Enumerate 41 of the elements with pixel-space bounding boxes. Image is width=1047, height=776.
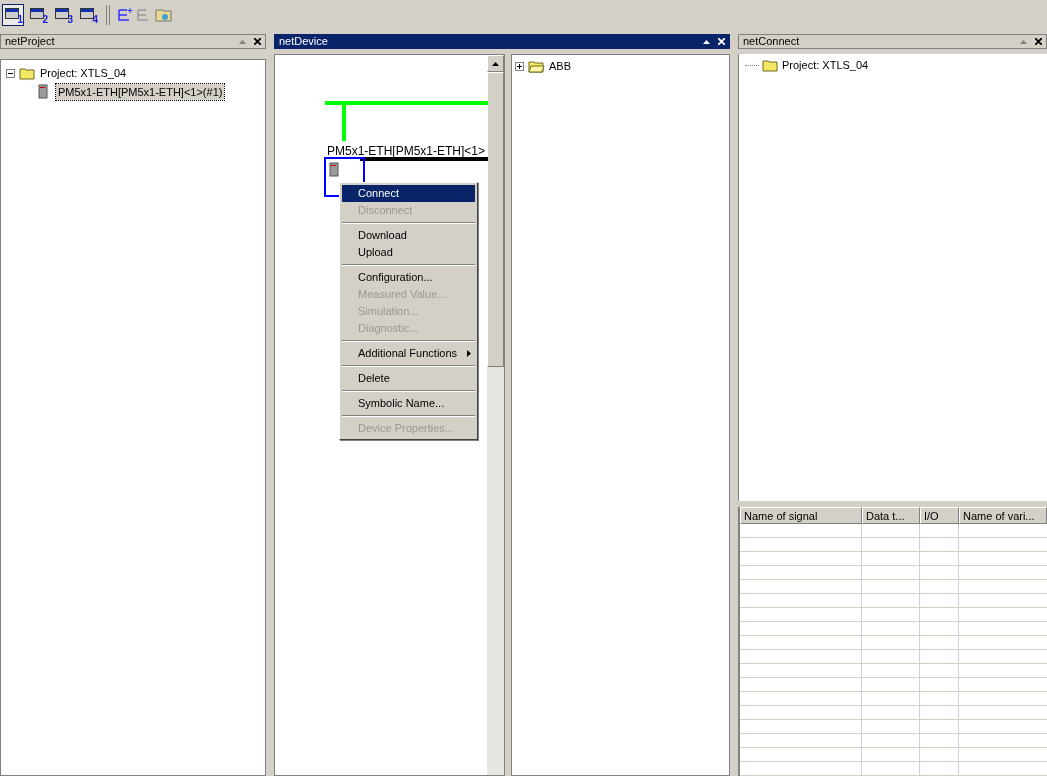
column-header[interactable]: Data t... xyxy=(862,507,920,524)
window-icon xyxy=(55,8,69,19)
folder-icon xyxy=(19,66,36,80)
tree-item[interactable]: Project: XTLS_04 xyxy=(782,57,869,74)
window-icon xyxy=(5,8,19,19)
column-header[interactable]: I/O xyxy=(920,507,959,524)
collapse-icon[interactable] xyxy=(6,68,15,78)
tree-item[interactable]: PM5x1-ETH[PM5x1-ETH]<1>(#1) xyxy=(56,83,225,100)
window-layout-button[interactable]: 2 xyxy=(27,4,49,26)
menu-item[interactable]: Additional Functions xyxy=(342,345,475,362)
minimize-arrow-icon[interactable] xyxy=(703,39,710,44)
window-icon xyxy=(80,8,94,19)
menu-item[interactable]: Download xyxy=(342,227,475,244)
add-item-icon[interactable] xyxy=(117,7,133,23)
panel-title: netConnect xyxy=(743,34,800,50)
submenu-arrow-icon xyxy=(467,350,471,357)
folder-icon xyxy=(762,58,779,72)
folder-icon xyxy=(528,59,545,73)
tree-item[interactable]: Project: XTLS_04 xyxy=(40,65,127,82)
window-layout-button[interactable]: 3 xyxy=(52,4,74,26)
window-layout-button[interactable]: 1 xyxy=(2,4,24,26)
window-layout-button[interactable]: 4 xyxy=(77,4,99,26)
close-icon[interactable] xyxy=(1035,38,1042,45)
column-header[interactable]: Name of signal xyxy=(740,507,862,524)
menu-item[interactable]: Delete xyxy=(342,370,475,387)
window-icon xyxy=(30,8,44,19)
column-header[interactable]: Name of vari... xyxy=(959,507,1047,524)
device-label: PM5x1-ETH[PM5x1-ETH]<1> xyxy=(327,143,486,160)
menu-item[interactable]: Upload xyxy=(342,244,475,261)
panel-title: netDevice xyxy=(279,34,328,50)
menu-item[interactable]: Symbolic Name... xyxy=(342,395,475,412)
scrollbar[interactable] xyxy=(487,55,504,775)
device-icon xyxy=(38,84,48,100)
close-icon[interactable] xyxy=(254,38,261,45)
scroll-up-icon[interactable] xyxy=(492,61,499,66)
expand-icon[interactable] xyxy=(515,61,524,71)
menu-item[interactable]: Connect xyxy=(342,185,475,202)
menu-item[interactable]: Configuration... xyxy=(342,269,475,286)
catalog-item[interactable]: ABB xyxy=(549,58,571,75)
panel-title: netProject xyxy=(5,34,55,50)
device-icon xyxy=(329,162,339,177)
